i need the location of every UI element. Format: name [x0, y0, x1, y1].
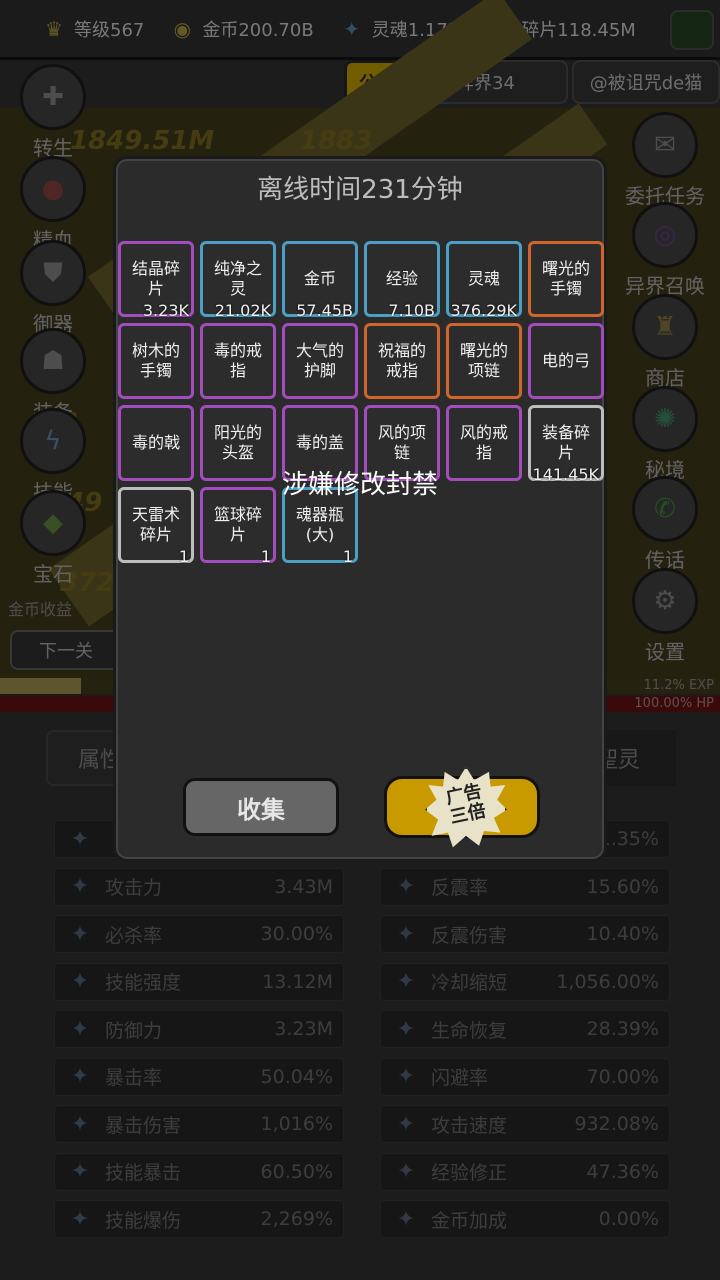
reward-item-name: 毒的戟	[131, 433, 180, 452]
reward-item-count: 1	[260, 547, 271, 566]
reward-item[interactable]: 曙光的项链	[446, 323, 522, 399]
ban-notice: 涉嫌修改封禁	[281, 470, 438, 500]
reward-item[interactable]: 毒的戒指	[200, 323, 276, 399]
collect-button[interactable]: 收集	[183, 778, 339, 836]
reward-item[interactable]: 祝福的戒指	[364, 323, 440, 399]
reward-item-count: 376.29K	[450, 301, 517, 320]
reward-item[interactable]: 电的弓	[528, 323, 604, 399]
reward-item-name: 大气的护脚	[295, 341, 344, 380]
dialog-title: 离线时间231分钟	[257, 175, 463, 205]
reward-item-count: 1	[178, 547, 189, 566]
reward-item-name: 阳光的头盔	[213, 423, 262, 462]
reward-item-name: 祝福的戒指	[377, 341, 426, 380]
reward-item[interactable]: 经验 7.10B	[364, 241, 440, 320]
reward-item-name: 灵魂	[467, 269, 500, 288]
offline-reward-dialog: 离线时间231分钟 结晶碎片 3.23K 纯净之灵 21.02K 金币 57.45B 经验 7…	[113, 156, 607, 862]
reward-item[interactable]: 曙光的手镯	[528, 241, 604, 317]
reward-item[interactable]: 灵魂 376.29K	[446, 241, 522, 320]
ad-triple-button[interactable]: 广告 三倍	[384, 767, 540, 848]
reward-item-name: 金币	[303, 269, 336, 288]
reward-item-count: 7.10B	[388, 301, 435, 320]
reward-item-count: 1	[342, 547, 353, 566]
reward-item-name: 纯净之灵	[213, 259, 262, 298]
reward-item[interactable]: 纯净之灵 21.02K	[200, 241, 276, 320]
reward-item[interactable]: 结晶碎片 3.23K	[118, 241, 194, 320]
reward-item-name: 毒的盖	[295, 433, 344, 452]
reward-item-name: 风的项链	[377, 423, 426, 462]
reward-item[interactable]: 树木的手镯	[118, 323, 194, 399]
reward-item-name: 天雷术碎片	[131, 505, 180, 544]
reward-item-name: 电的弓	[541, 351, 590, 370]
reward-item[interactable]: 金币 57.45B	[282, 241, 358, 320]
reward-item-name: 魂器瓶(大)	[295, 505, 344, 544]
reward-item-count: 57.45B	[296, 301, 353, 320]
modal-overlay: 离线时间231分钟 结晶碎片 3.23K 纯净之灵 21.02K 金币 57.45B 经验 7…	[0, 0, 720, 1280]
reward-item-name: 经验	[385, 269, 418, 288]
reward-item-name: 篮球碎片	[213, 505, 262, 544]
reward-item-name: 风的戒指	[459, 423, 508, 462]
reward-item-name: 装备碎片	[541, 423, 590, 462]
reward-item-name: 结晶碎片	[131, 259, 180, 298]
reward-item-name: 毒的戒指	[213, 341, 262, 380]
reward-item-name: 树木的手镯	[131, 341, 180, 380]
reward-item-count: 3.23K	[142, 301, 189, 320]
reward-item-count: 21.02K	[214, 301, 271, 320]
reward-item-name: 曙光的项链	[459, 341, 508, 380]
reward-item-name: 曙光的手镯	[541, 259, 590, 298]
reward-item[interactable]: 大气的护脚	[282, 323, 358, 399]
